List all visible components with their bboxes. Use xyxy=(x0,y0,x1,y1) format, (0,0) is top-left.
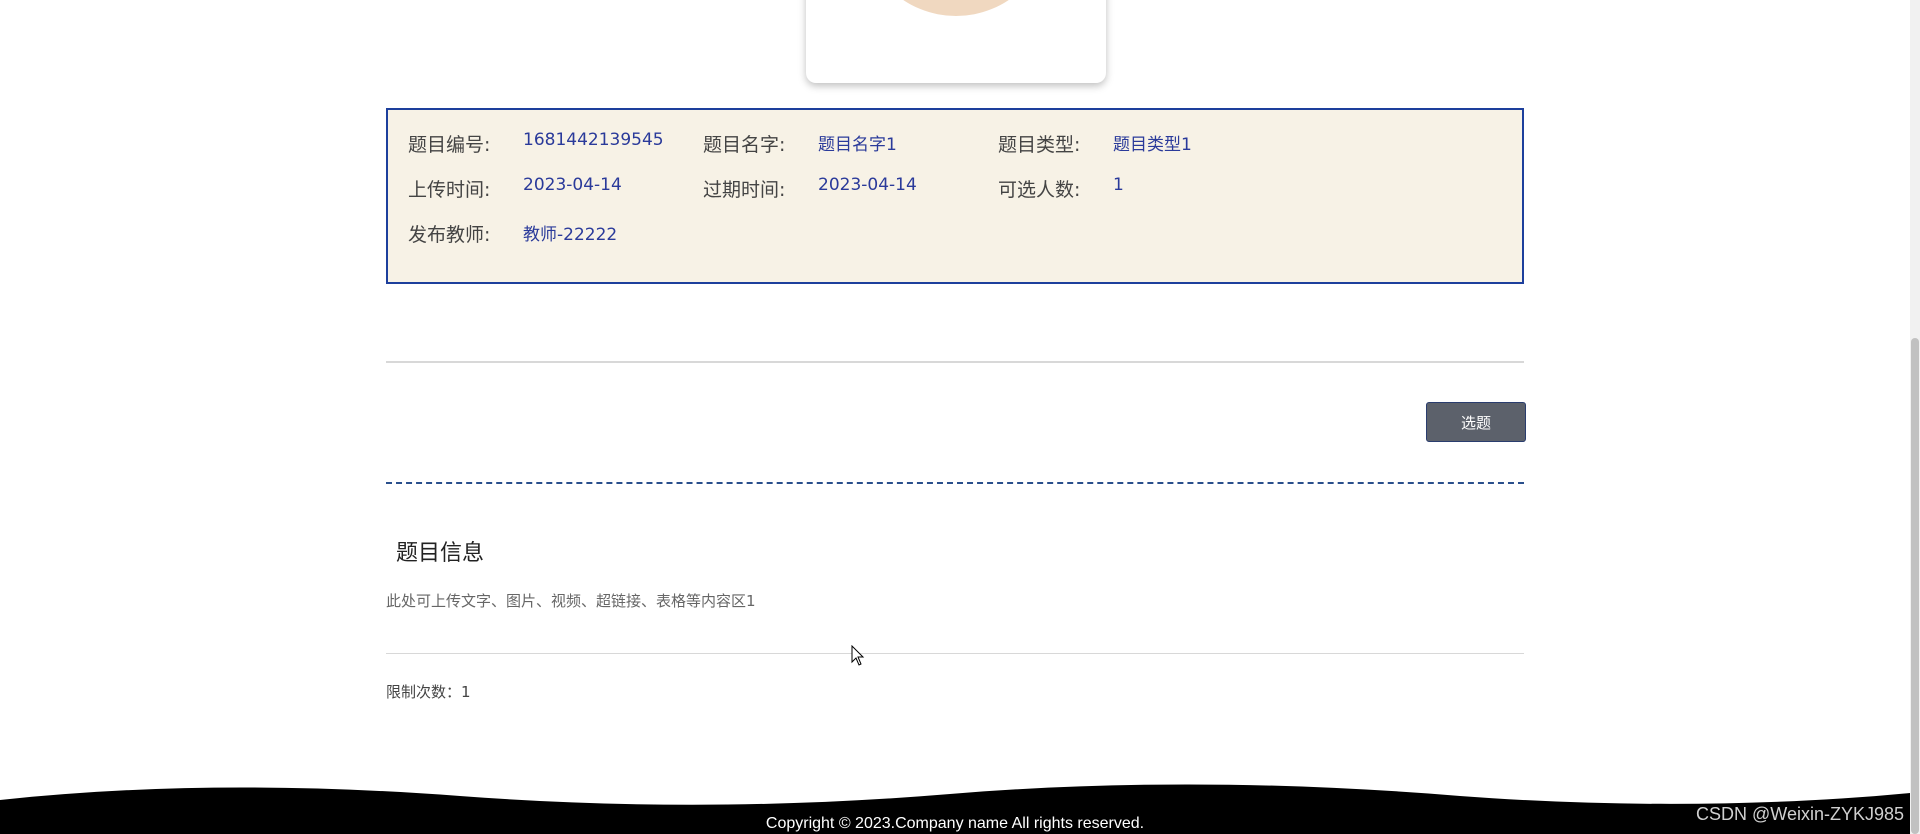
topic-name-value: 题目名字1 xyxy=(818,135,897,155)
expire-time-label: 过期时间: xyxy=(703,179,786,201)
section-title: 题目信息 xyxy=(396,541,485,566)
info-row: 题目编号: 1681442139545 题目名字: 题目名字1 题目类型: 题目… xyxy=(388,130,1522,170)
dashed-divider xyxy=(386,482,1524,484)
footer-copyright: Copyright © 2023.Company name All rights… xyxy=(765,815,1145,832)
upload-time-label: 上传时间: xyxy=(408,179,491,201)
footer: Copyright © 2023.Company name All rights… xyxy=(0,780,1920,834)
topic-id-value: 1681442139545 xyxy=(523,130,664,150)
topic-type-label: 题目类型: xyxy=(998,134,1081,156)
topic-type-value: 题目类型1 xyxy=(1113,135,1192,155)
mouse-cursor-icon xyxy=(851,645,865,666)
scrollbar[interactable] xyxy=(1910,0,1920,834)
info-row: 上传时间: 2023-04-14 过期时间: 2023-04-14 可选人数: … xyxy=(388,175,1522,215)
teacher-value: 教师-22222 xyxy=(523,225,618,245)
selectable-count-label: 可选人数: xyxy=(998,179,1081,201)
page: 题目编号: 1681442139545 题目名字: 题目名字1 题目类型: 题目… xyxy=(0,0,1920,834)
select-topic-button[interactable]: 选题 xyxy=(1426,402,1526,442)
topic-name-label: 题目名字: xyxy=(703,134,786,156)
expire-time-value: 2023-04-14 xyxy=(818,175,917,195)
teacher-label: 发布教师: xyxy=(408,224,491,246)
upload-time-value: 2023-04-14 xyxy=(523,175,622,195)
topic-image-card[interactable] xyxy=(806,0,1106,83)
scrollbar-thumb[interactable] xyxy=(1911,338,1919,834)
selectable-count-value: 1 xyxy=(1113,175,1124,195)
topic-id-label: 题目编号: xyxy=(408,134,491,156)
watermark: CSDN @Weixin-ZYKJ985 xyxy=(1696,804,1904,824)
section-content: 此处可上传文字、图片、视频、超链接、表格等内容区1 xyxy=(386,592,756,610)
limit-count-text: 限制次数：1 xyxy=(386,683,471,701)
divider xyxy=(386,653,1524,654)
topic-info-box: 题目编号: 1681442139545 题目名字: 题目名字1 题目类型: 题目… xyxy=(386,108,1524,284)
divider xyxy=(386,361,1524,363)
info-row: 发布教师: 教师-22222 xyxy=(388,220,1522,260)
topic-image xyxy=(862,0,1050,16)
